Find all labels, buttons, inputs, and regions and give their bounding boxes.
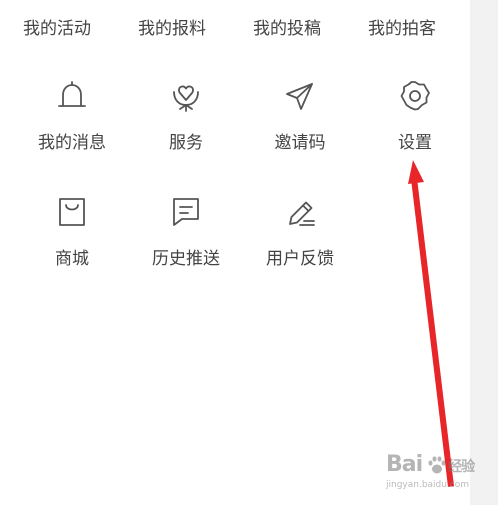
send-icon xyxy=(282,78,318,114)
top-link-my-reports[interactable]: 我的报料 xyxy=(122,14,222,44)
grid-item-label: 用户反馈 xyxy=(266,249,334,269)
gear-icon xyxy=(397,78,433,114)
grid-item-label: 邀请码 xyxy=(274,133,326,153)
grid-item-push-history[interactable]: 历史推送 xyxy=(136,194,236,294)
watermark-url: jingyan.baidu.com xyxy=(386,480,470,490)
side-background-strip xyxy=(470,0,498,505)
message-icon xyxy=(168,194,204,230)
top-link-my-activities[interactable]: 我的活动 xyxy=(7,14,107,44)
grid-item-settings[interactable]: 设置 xyxy=(365,78,465,178)
grid-item-label: 服务 xyxy=(169,133,203,153)
grid-item-mall[interactable]: 商城 xyxy=(22,194,122,294)
grid-item-label: 历史推送 xyxy=(152,249,220,269)
shopping-bag-icon xyxy=(54,194,90,230)
top-link-my-submissions[interactable]: 我的投稿 xyxy=(237,14,337,44)
grid-item-services[interactable]: 服务 xyxy=(136,78,236,178)
top-links-row: 我的活动 我的报料 我的投稿 我的拍客 xyxy=(0,14,470,44)
grid-item-invite-code[interactable]: 邀请码 xyxy=(250,78,350,178)
heart-hand-icon xyxy=(168,78,204,114)
profile-menu-panel: 我的活动 我的报料 我的投稿 我的拍客 我的消息 服务 邀请码 设置 商城 历史… xyxy=(0,0,470,505)
grid-item-label: 商城 xyxy=(55,249,89,269)
baidu-jingyan-watermark: Bai 经验 jingyan.baidu.com xyxy=(386,452,486,498)
grid-item-label: 设置 xyxy=(398,133,432,153)
pencil-icon xyxy=(282,194,318,230)
grid-item-user-feedback[interactable]: 用户反馈 xyxy=(250,194,350,294)
bell-icon xyxy=(54,78,90,114)
top-link-my-photographer[interactable]: 我的拍客 xyxy=(352,14,452,44)
paw-icon xyxy=(426,454,448,476)
grid-item-my-messages[interactable]: 我的消息 xyxy=(22,78,122,178)
grid-item-label: 我的消息 xyxy=(38,133,106,153)
